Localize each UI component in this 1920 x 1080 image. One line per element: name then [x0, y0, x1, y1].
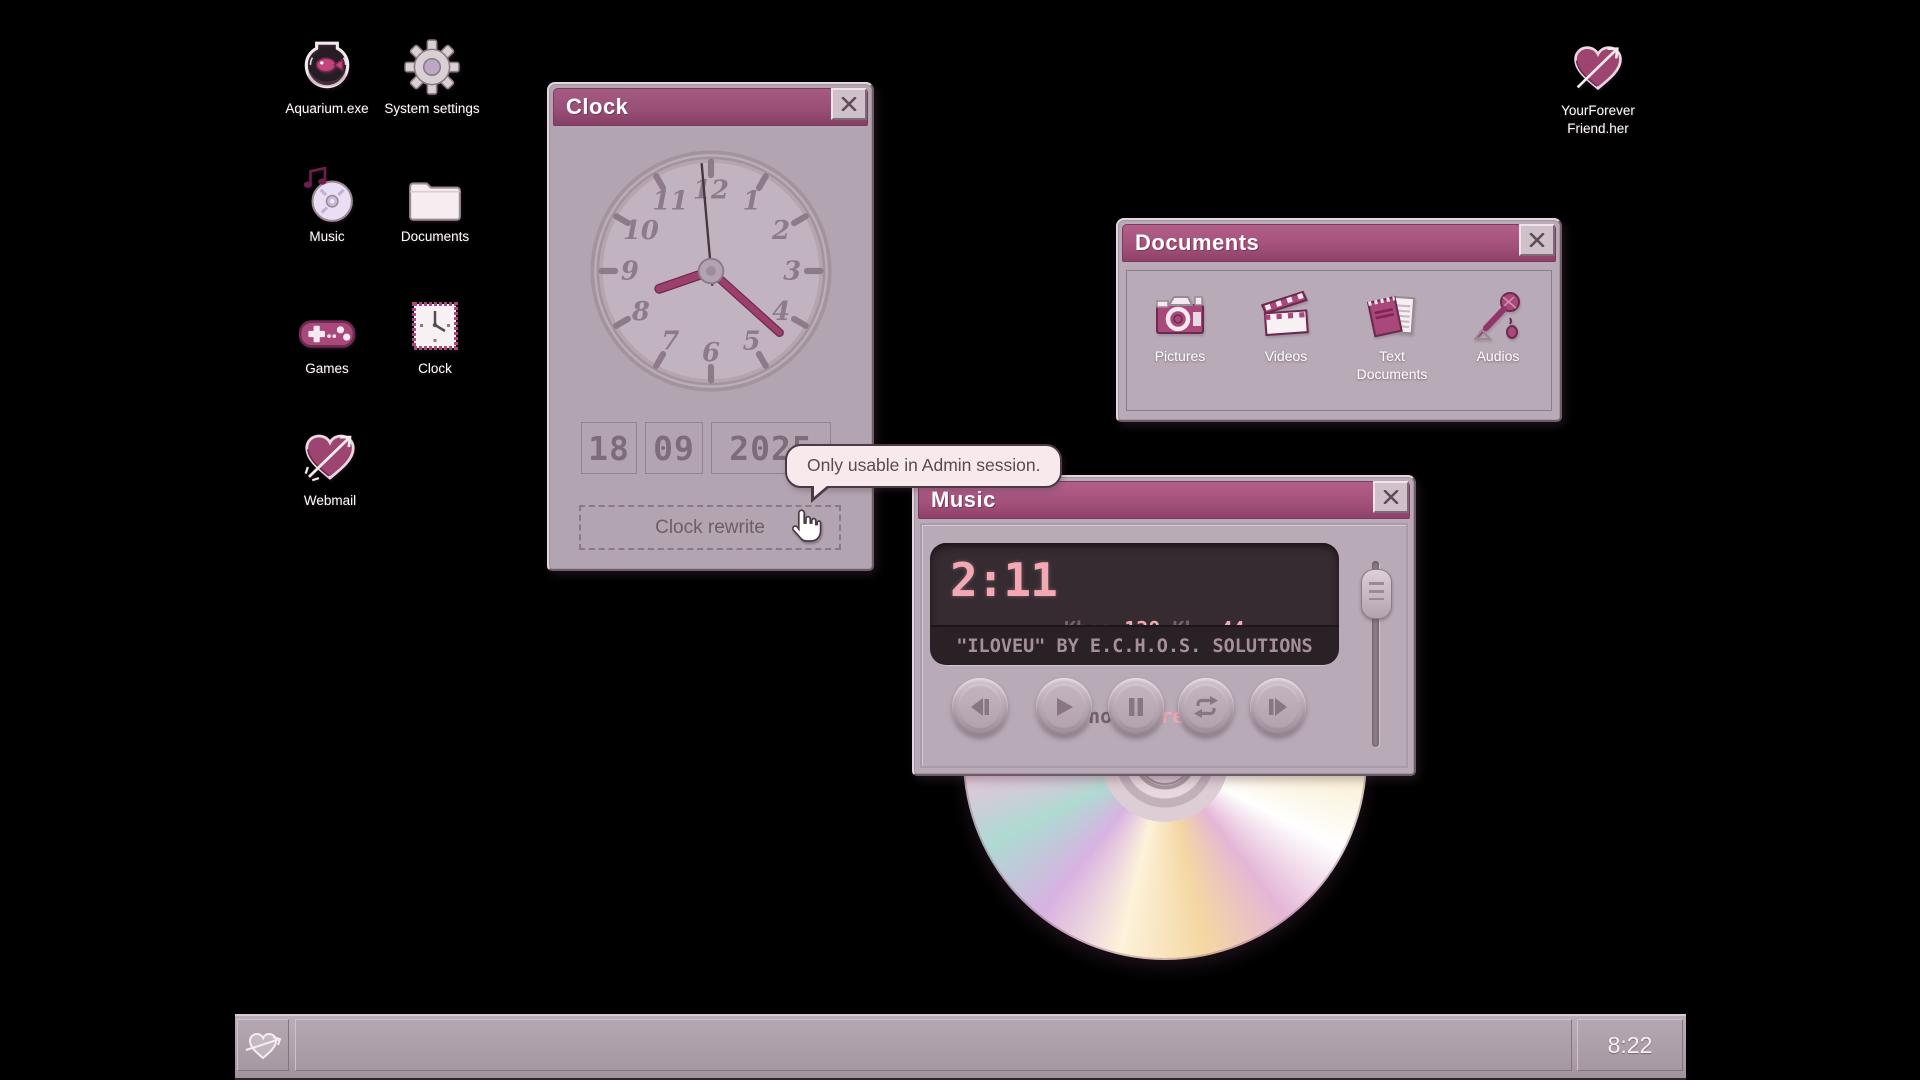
documents-item-label: Text Documents	[1342, 347, 1442, 383]
play-icon	[1052, 696, 1076, 718]
analog-clock: 123 456 789 101112	[588, 148, 834, 394]
documents-item-videos[interactable]: Videos	[1236, 283, 1336, 365]
desktop-icon-webmail[interactable]: Webmail	[275, 428, 385, 510]
svg-text:2: 2	[771, 216, 790, 246]
documents-window-title: Documents	[1135, 230, 1259, 256]
fishbowl-icon	[298, 36, 356, 96]
desktop-icon-label: Webmail	[304, 492, 356, 510]
documents-item-audios[interactable]: Audios	[1448, 283, 1548, 365]
date-day-field[interactable]: 18	[581, 422, 637, 474]
next-button[interactable]	[1250, 678, 1306, 736]
volume-thumb[interactable]	[1361, 569, 1392, 619]
repeat-icon	[1192, 695, 1220, 719]
tooltip: Only usable in Admin session.	[785, 444, 1062, 488]
gear-icon	[403, 36, 461, 96]
close-button[interactable]	[1373, 481, 1409, 513]
heart-arrow-icon	[299, 428, 361, 488]
svg-text:6: 6	[702, 338, 720, 368]
clock-rewrite-button[interactable]: Clock rewrite	[579, 505, 841, 550]
repeat-button[interactable]	[1178, 678, 1234, 736]
start-button[interactable]	[237, 1019, 289, 1071]
svg-text:5: 5	[742, 327, 760, 357]
taskbar: 8:22	[235, 1014, 1686, 1080]
close-icon	[841, 97, 857, 111]
stream-info: Kbps 128 Khz 44 Mono Stereo	[1064, 557, 1245, 789]
clock-icon	[407, 296, 463, 356]
svg-text:10: 10	[622, 216, 658, 246]
svg-text:9: 9	[620, 257, 638, 287]
pause-icon	[1124, 696, 1148, 718]
heart-arrow-start-icon	[244, 1028, 282, 1062]
music-cd-icon	[298, 164, 356, 224]
notepad-icon	[1363, 283, 1421, 343]
desktop-icon-label: Clock	[418, 360, 452, 378]
documents-item-text-documents[interactable]: Text Documents	[1342, 283, 1442, 383]
pause-button[interactable]	[1108, 678, 1164, 736]
camera-icon	[1152, 283, 1208, 343]
documents-item-label: Audios	[1477, 347, 1520, 365]
clock-window-titlebar[interactable]: Clock	[553, 88, 868, 126]
svg-text:3: 3	[783, 257, 801, 287]
close-button[interactable]	[1519, 224, 1555, 256]
desktop-icon-games[interactable]: Games	[272, 296, 382, 378]
desktop-wallpaper[interactable]: Aquarium.exe System settings	[235, 0, 1686, 1080]
close-icon	[1383, 490, 1399, 504]
next-icon	[1265, 696, 1291, 718]
taskbar-tray[interactable]	[295, 1019, 1572, 1071]
previous-button[interactable]	[952, 678, 1008, 736]
previous-icon	[967, 696, 993, 718]
track-title-marquee: "ILOVEU" BY E.C.H.O.S. SOLUTIONS	[930, 625, 1339, 665]
music-window-title: Music	[931, 487, 996, 513]
music-display: 2:11 Kbps 128 Khz 44 Mono Stereo "ILOVEU…	[930, 543, 1339, 665]
svg-text:8: 8	[630, 297, 649, 327]
close-button[interactable]	[831, 88, 867, 120]
documents-window: Documents Pictures	[1116, 218, 1562, 422]
documents-item-pictures[interactable]: Pictures	[1130, 283, 1230, 365]
clock-window-title: Clock	[566, 94, 628, 120]
desktop-icon-label: Music	[309, 228, 344, 246]
tooltip-text: Only usable in Admin session.	[807, 455, 1040, 475]
svg-text:1: 1	[742, 187, 760, 217]
desktop-icon-music[interactable]: Music	[272, 164, 382, 246]
heart-arrow-icon	[1568, 38, 1628, 98]
desktop-icon-label: Aquarium.exe	[285, 100, 368, 118]
svg-text:11: 11	[652, 187, 688, 217]
desktop-icon-documents[interactable]: Documents	[380, 164, 490, 246]
documents-item-label: Videos	[1265, 347, 1308, 365]
date-month-field[interactable]: 09	[645, 422, 703, 474]
documents-panel: Pictures Videos	[1126, 270, 1552, 411]
screen: Aquarium.exe System settings	[0, 0, 1920, 1080]
desktop-icon-label: Games	[305, 360, 349, 378]
desktop-icon-label: Documents	[401, 228, 469, 246]
desktop-icon-label: YourForever Friend.her	[1543, 102, 1653, 137]
desktop-icon-aquarium[interactable]: Aquarium.exe	[272, 36, 382, 118]
microphone-icon	[1470, 283, 1526, 343]
clapperboard-icon	[1257, 283, 1315, 343]
desktop-icon-forever-friend[interactable]: YourForever Friend.her	[1543, 38, 1653, 137]
taskbar-clock[interactable]: 8:22	[1577, 1019, 1683, 1071]
svg-text:12: 12	[693, 175, 729, 205]
play-button[interactable]	[1036, 678, 1092, 736]
elapsed-time: 2:11	[950, 553, 1057, 607]
desktop-icon-label: System settings	[384, 100, 479, 118]
desktop-icon-system-settings[interactable]: System settings	[377, 36, 487, 118]
desktop-icon-clock[interactable]: Clock	[380, 296, 490, 378]
documents-item-label: Pictures	[1155, 347, 1206, 365]
music-window: Music 2:11 Kbps 128 Khz 44 Mono Stereo "…	[912, 475, 1416, 776]
close-icon	[1529, 233, 1545, 247]
documents-window-titlebar[interactable]: Documents	[1122, 224, 1556, 262]
folder-icon	[406, 164, 464, 224]
svg-text:7: 7	[661, 327, 679, 357]
gamepad-icon	[298, 296, 356, 356]
